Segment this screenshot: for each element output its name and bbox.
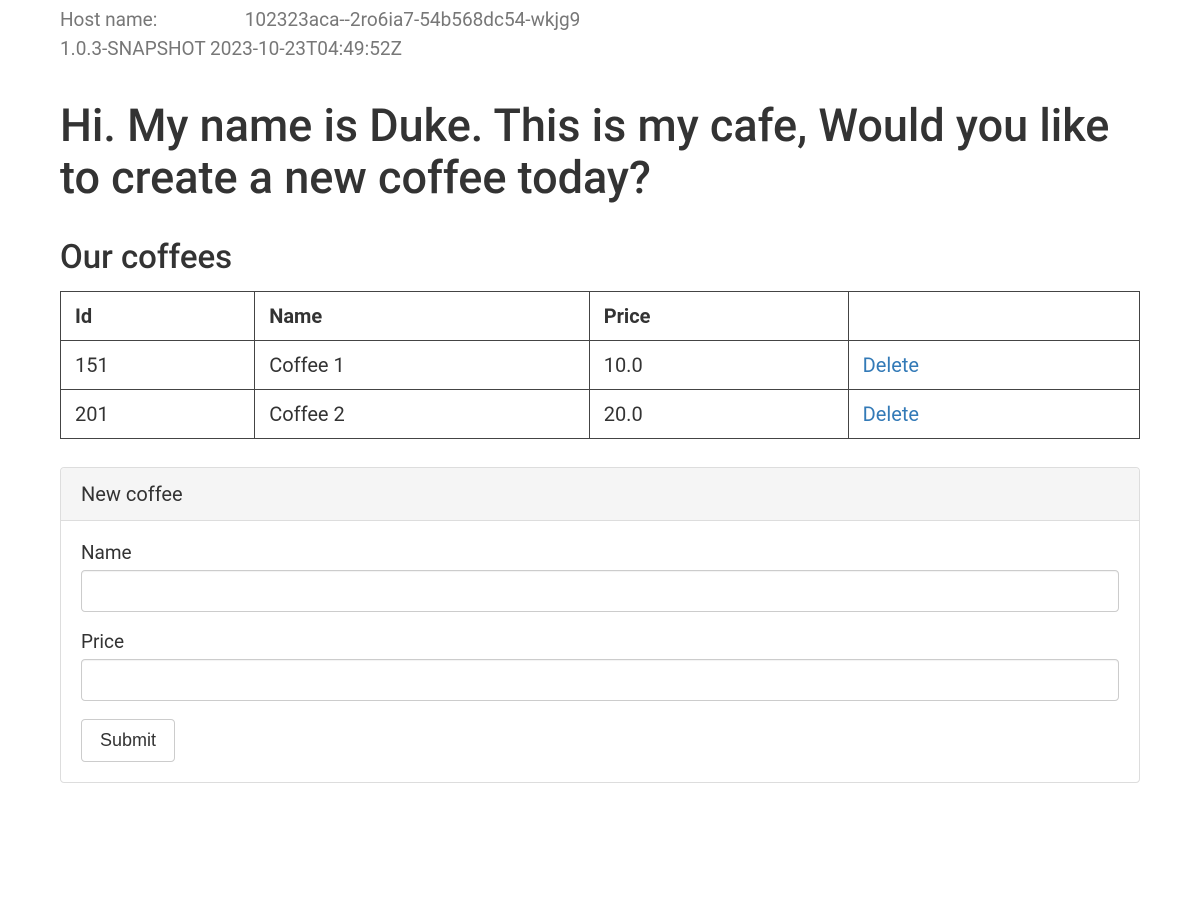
price-label: Price bbox=[81, 630, 1119, 653]
submit-button[interactable]: Submit bbox=[81, 719, 175, 762]
header-id: Id bbox=[61, 291, 255, 340]
cell-id: 201 bbox=[61, 389, 255, 438]
table-header-row: Id Name Price bbox=[61, 291, 1140, 340]
name-group: Name bbox=[81, 541, 1119, 612]
header-price: Price bbox=[589, 291, 848, 340]
section-title: Our coffees bbox=[60, 238, 1140, 277]
panel-body: Name Price Submit bbox=[61, 521, 1139, 782]
page-title: Hi. My name is Duke. This is my cafe, Wo… bbox=[60, 100, 1140, 204]
cell-price: 10.0 bbox=[589, 340, 848, 389]
hostname-value: 102323aca--2ro6ia7-54b568dc54-wkjg9 bbox=[245, 8, 581, 31]
coffee-table: Id Name Price 151 Coffee 1 10.0 Delete 2… bbox=[60, 291, 1140, 439]
version-value: 1.0.3-SNAPSHOT bbox=[60, 37, 205, 60]
price-group: Price bbox=[81, 630, 1119, 701]
header-action bbox=[848, 291, 1139, 340]
version-row: 1.0.3-SNAPSHOT 2023-10-23T04:49:52Z bbox=[60, 37, 1140, 60]
delete-link[interactable]: Delete bbox=[863, 402, 919, 426]
hostname-label: Host name: bbox=[60, 8, 240, 31]
name-input[interactable] bbox=[81, 570, 1119, 612]
table-row: 201 Coffee 2 20.0 Delete bbox=[61, 389, 1140, 438]
cell-id: 151 bbox=[61, 340, 255, 389]
cell-price: 20.0 bbox=[589, 389, 848, 438]
price-input[interactable] bbox=[81, 659, 1119, 701]
delete-link[interactable]: Delete bbox=[863, 353, 919, 377]
new-coffee-panel: New coffee Name Price Submit bbox=[60, 467, 1140, 783]
cell-name: Coffee 2 bbox=[255, 389, 589, 438]
panel-title: New coffee bbox=[61, 468, 1139, 521]
build-timestamp: 2023-10-23T04:49:52Z bbox=[210, 37, 402, 60]
name-label: Name bbox=[81, 541, 1119, 564]
hostname-row: Host name: 102323aca--2ro6ia7-54b568dc54… bbox=[60, 8, 1140, 31]
table-row: 151 Coffee 1 10.0 Delete bbox=[61, 340, 1140, 389]
cell-name: Coffee 1 bbox=[255, 340, 589, 389]
header-name: Name bbox=[255, 291, 589, 340]
